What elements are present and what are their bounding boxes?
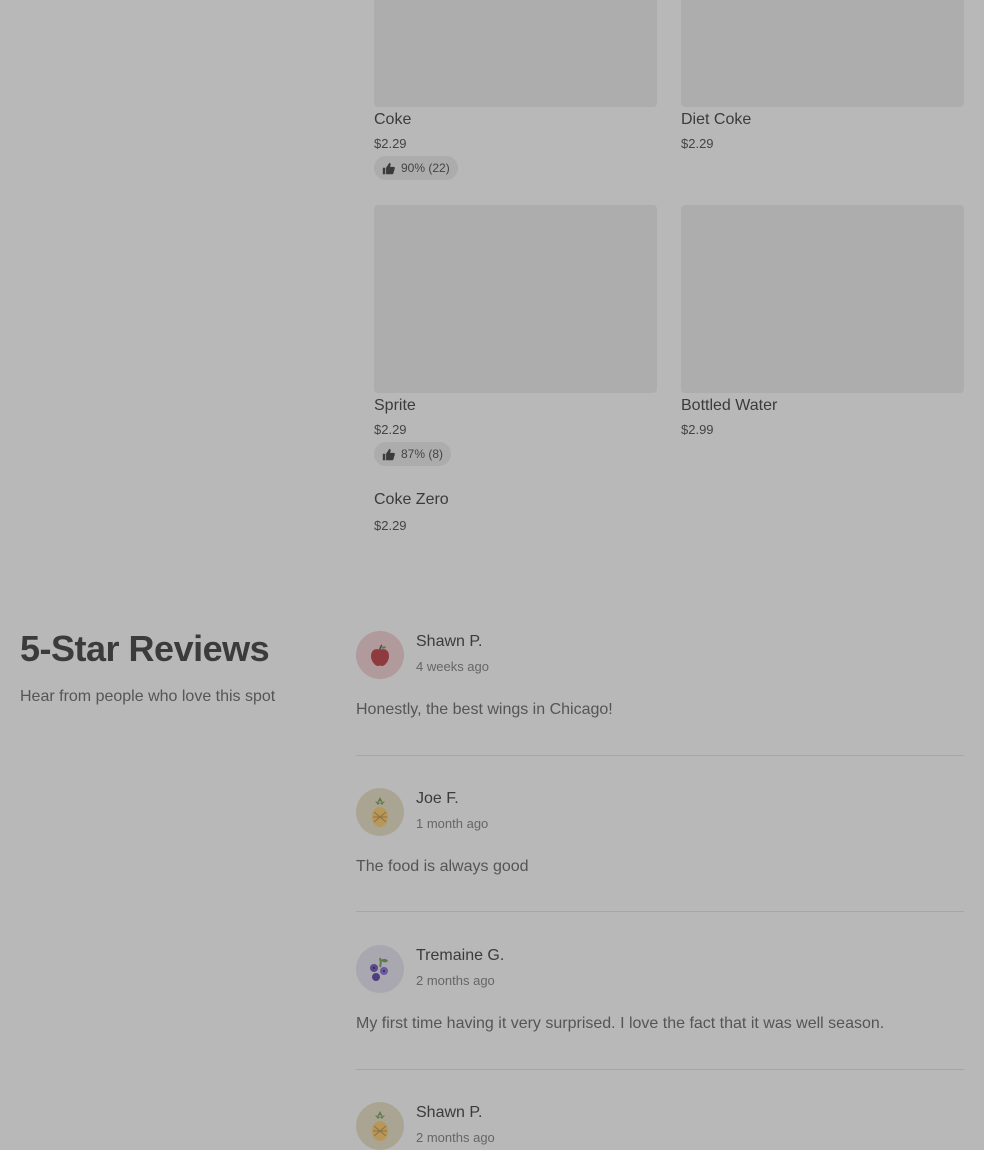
blueberry-icon bbox=[370, 957, 388, 981]
thumbs-up-icon bbox=[382, 162, 395, 174]
review-card: Joe F. 1 month ago The food is always go… bbox=[356, 788, 964, 918]
divider bbox=[356, 755, 964, 756]
menu-item-name: Diet Coke bbox=[681, 111, 752, 128]
menu-item-diet-coke[interactable]: Diet Coke $2.29 bbox=[681, 0, 964, 180]
reviewer-name: Tremaine G. bbox=[416, 947, 505, 964]
thumbs-up-icon bbox=[382, 448, 395, 460]
menu-item-price: $2.29 bbox=[681, 136, 714, 151]
reviews-section-subtitle: Hear from people who love this spot bbox=[20, 688, 276, 705]
pineapple-icon bbox=[372, 797, 388, 827]
avatar bbox=[356, 788, 404, 836]
rating-text: 87% (8) bbox=[401, 447, 444, 461]
review-date: 2 months ago bbox=[416, 973, 495, 988]
menu-item-price: $2.99 bbox=[681, 422, 714, 437]
reviewer-name: Shawn P. bbox=[416, 633, 483, 650]
menu-item-image bbox=[374, 0, 657, 107]
menu-item-coke-zero[interactable]: Coke Zero $2.29 bbox=[374, 491, 657, 539]
menu-item-name: Coke bbox=[374, 111, 412, 128]
review-text: My first time having it very surprised. … bbox=[356, 1015, 885, 1032]
review-card: Shawn P. 4 weeks ago Honestly, the best … bbox=[356, 631, 964, 761]
menu-item-coke[interactable]: Coke $2.29 90% (22) bbox=[374, 0, 657, 180]
review-date: 4 weeks ago bbox=[416, 659, 489, 674]
menu-item-name: Sprite bbox=[374, 397, 416, 414]
menu-item-price: $2.29 bbox=[374, 136, 407, 151]
review-text: Honestly, the best wings in Chicago! bbox=[356, 701, 613, 718]
menu-item-image bbox=[681, 205, 964, 393]
avatar bbox=[356, 631, 404, 679]
avatar bbox=[356, 1102, 404, 1150]
avatar bbox=[356, 945, 404, 993]
review-text: The food is always good bbox=[356, 858, 529, 875]
rating-text: 90% (22) bbox=[401, 161, 450, 175]
apple-icon bbox=[371, 644, 389, 666]
review-card: Tremaine G. 2 months ago My first time h… bbox=[356, 945, 964, 1075]
review-card: Shawn P. 2 months ago bbox=[356, 1102, 964, 1150]
menu-item-price: $2.29 bbox=[374, 518, 407, 533]
rating-badge: 90% (22) bbox=[374, 156, 458, 180]
reviewer-name: Joe F. bbox=[416, 790, 459, 807]
menu-item-bottled-water[interactable]: Bottled Water $2.99 bbox=[681, 205, 964, 445]
divider bbox=[356, 911, 964, 912]
menu-item-name: Bottled Water bbox=[681, 397, 778, 414]
rating-badge: 87% (8) bbox=[374, 442, 452, 466]
reviews-section-title: 5-Star Reviews bbox=[20, 628, 270, 669]
review-date: 1 month ago bbox=[416, 816, 489, 831]
menu-item-price: $2.29 bbox=[374, 422, 407, 437]
menu-item-name: Coke Zero bbox=[374, 491, 449, 508]
divider bbox=[356, 1069, 964, 1070]
menu-item-image bbox=[374, 205, 657, 393]
menu-item-image bbox=[681, 0, 964, 107]
pineapple-icon bbox=[372, 1111, 388, 1141]
review-date: 2 months ago bbox=[416, 1130, 495, 1145]
reviewer-name: Shawn P. bbox=[416, 1104, 483, 1121]
menu-item-sprite[interactable]: Sprite $2.29 87% (8) bbox=[374, 205, 657, 470]
